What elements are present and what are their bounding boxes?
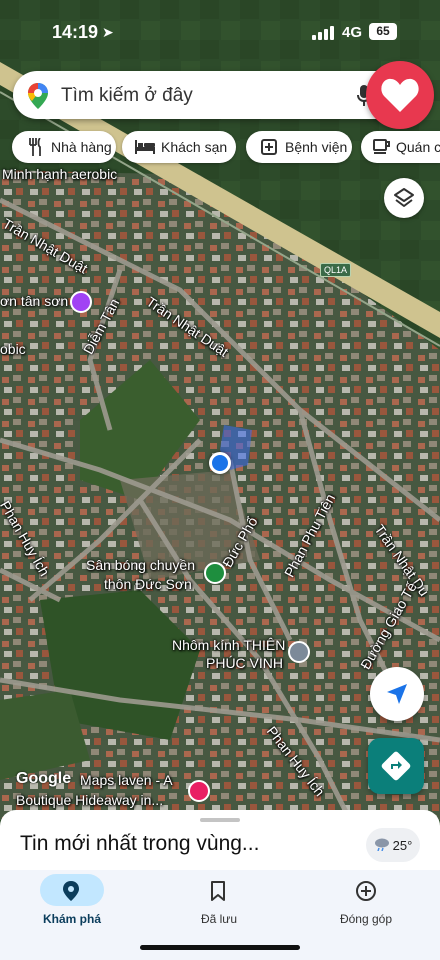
tab-label: Đã lưu bbox=[200, 912, 238, 926]
map-label-poi[interactable]: Maps laven - A bbox=[80, 772, 173, 788]
heart-button[interactable] bbox=[366, 61, 434, 129]
chip-label: Nhà hàng bbox=[51, 139, 112, 155]
map-label-aerobic[interactable]: Minh hạnh aerobic bbox=[2, 166, 117, 182]
temperature: 25° bbox=[392, 837, 413, 853]
my-location-button[interactable] bbox=[370, 667, 424, 721]
location-arrow-icon: ➤ bbox=[102, 24, 114, 40]
map-label-poi[interactable]: Sân bóng chuyền bbox=[86, 557, 195, 573]
add-circle-icon bbox=[355, 880, 377, 907]
google-watermark: Google bbox=[16, 770, 72, 787]
tab-explore[interactable]: Khám phá bbox=[8, 870, 154, 960]
map-label-poi[interactable]: Boutique Hideaway in... bbox=[16, 792, 163, 808]
layers-button[interactable] bbox=[384, 178, 424, 218]
sheet-drag-handle[interactable] bbox=[200, 818, 240, 822]
hotel-icon bbox=[134, 137, 156, 157]
search-bar[interactable]: Tìm kiếm ở đây bbox=[13, 71, 413, 119]
poi-marker[interactable] bbox=[204, 562, 226, 584]
chip-label: Khách sạn bbox=[161, 139, 228, 155]
explore-pin-icon bbox=[61, 880, 81, 907]
map-label-place[interactable]: ơn tân sơn bbox=[0, 293, 68, 309]
signal-icon bbox=[312, 26, 334, 40]
tab-label: Khám phá bbox=[42, 912, 101, 926]
home-indicator[interactable] bbox=[140, 945, 300, 950]
cafe-icon bbox=[373, 137, 391, 157]
heart-icon bbox=[381, 78, 419, 112]
directions-icon bbox=[381, 751, 411, 781]
weather-chip[interactable]: 25° bbox=[366, 828, 420, 862]
google-maps-pin-icon bbox=[27, 82, 49, 115]
map-label-poi[interactable]: PHÚC VINH bbox=[206, 655, 283, 671]
cloud-rain-icon bbox=[374, 837, 390, 854]
battery-level: 65 bbox=[369, 23, 397, 40]
hospital-icon bbox=[258, 137, 280, 157]
poi-marker[interactable] bbox=[70, 291, 92, 313]
sheet-title: Tin mới nhất trong vùng... bbox=[20, 832, 260, 855]
highway-shield: QL1A bbox=[320, 263, 352, 277]
map-label-place[interactable]: obic bbox=[0, 341, 26, 357]
map-label-poi[interactable]: thôn Đức Sơn bbox=[104, 576, 192, 592]
tab-label: Đóng góp bbox=[339, 912, 393, 926]
chip-label: Quán c bbox=[396, 139, 440, 155]
directions-button[interactable] bbox=[368, 738, 424, 794]
poi-marker[interactable] bbox=[288, 641, 310, 663]
chip-restaurants[interactable]: Nhà hàng bbox=[12, 131, 116, 163]
status-bar: 14:19 ➤ 4G 65 bbox=[0, 0, 440, 62]
chip-hotels[interactable]: Khách sạn bbox=[122, 131, 236, 163]
bookmark-icon bbox=[208, 880, 228, 907]
search-placeholder[interactable]: Tìm kiếm ở đây bbox=[61, 85, 193, 107]
status-time: 14:19 bbox=[52, 22, 99, 42]
layers-icon bbox=[394, 188, 414, 207]
restaurant-icon bbox=[24, 137, 46, 157]
chip-label: Bệnh viện bbox=[285, 139, 348, 155]
chip-cafes[interactable]: Quán c bbox=[361, 131, 440, 163]
chip-hospitals[interactable]: Bệnh viện bbox=[246, 131, 352, 163]
poi-marker[interactable] bbox=[188, 780, 210, 802]
network-type: 4G bbox=[342, 24, 363, 41]
navigation-arrow-icon bbox=[387, 684, 407, 704]
map-label-poi[interactable]: Nhôm kính THIÊN bbox=[172, 637, 285, 653]
tab-contribute[interactable]: Đóng góp bbox=[302, 870, 440, 960]
current-location-dot bbox=[209, 452, 231, 474]
